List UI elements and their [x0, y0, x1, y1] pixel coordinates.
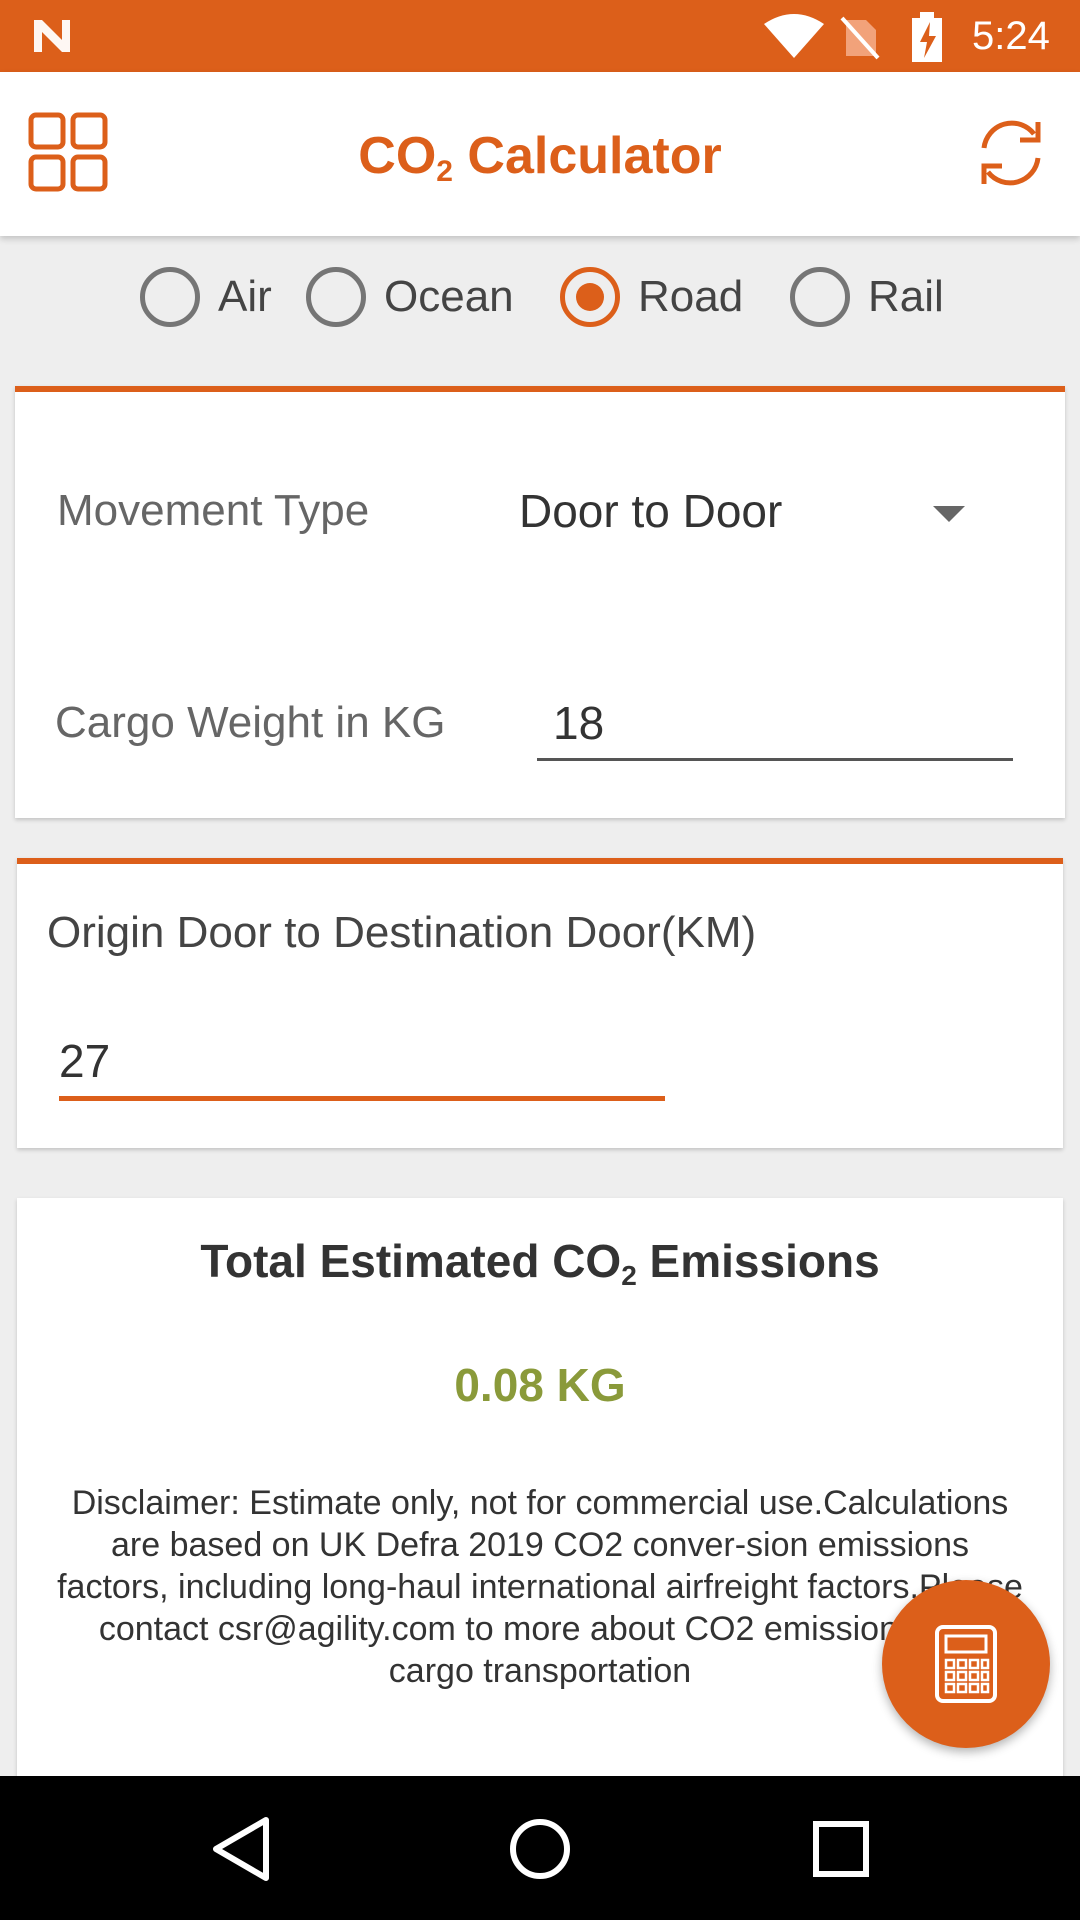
radio-circle[interactable] [790, 267, 850, 327]
distance-field[interactable]: 27 [59, 1014, 665, 1114]
cargo-weight-field[interactable]: 18 [537, 672, 1013, 772]
cargo-weight-underline [537, 758, 1013, 761]
status-time: 5:24 [972, 14, 1050, 58]
calculator-icon [935, 1625, 997, 1703]
distance-underline [59, 1096, 665, 1101]
back-icon[interactable] [206, 1814, 276, 1884]
radio-road[interactable]: Road [560, 266, 743, 328]
radio-label: Air [218, 272, 272, 321]
radio-rail[interactable]: Rail [790, 266, 944, 328]
battery-charging-icon [912, 12, 942, 62]
cargo-weight-label: Cargo Weight in KG [55, 698, 446, 747]
refresh-icon[interactable] [972, 114, 1050, 192]
disclaimer-text: Disclaimer: Estimate only, not for comme… [57, 1484, 1023, 1690]
cargo-weight-value: 18 [553, 697, 605, 749]
radio-ocean[interactable]: Ocean [306, 266, 514, 328]
radio-label: Rail [868, 272, 944, 321]
page-title: CO2 Calculator [358, 127, 722, 188]
recents-icon[interactable] [806, 1814, 876, 1884]
radio-circle[interactable] [560, 267, 620, 327]
radio-circle[interactable] [140, 267, 200, 327]
radio-label: Ocean [384, 272, 514, 321]
radio-label: Road [638, 272, 744, 321]
shipment-card: Movement Type Door to Door Cargo Weight … [15, 386, 1065, 818]
movement-type-value: Door to Door [519, 485, 783, 537]
radio-air[interactable]: Air [140, 266, 272, 328]
app-bar: CO2 Calculator [0, 72, 1080, 236]
transport-mode-group: Air Ocean Road Rail [0, 262, 1080, 332]
home-icon[interactable] [505, 1814, 575, 1884]
movement-type-dropdown[interactable]: Door to Door [515, 472, 1005, 552]
wifi-icon [764, 14, 824, 58]
movement-type-label: Movement Type [57, 486, 370, 535]
distance-card: Origin Door to Destination Door(KM) 27 [17, 858, 1063, 1148]
navigation-bar [0, 1776, 1080, 1920]
result-title: Total Estimated CO2 Emissions [200, 1235, 880, 1291]
radio-circle[interactable] [306, 267, 366, 327]
distance-value: 27 [59, 1035, 111, 1087]
no-sim-icon [840, 16, 880, 60]
distance-label: Origin Door to Destination Door(KM) [47, 908, 757, 957]
calculate-button[interactable] [882, 1580, 1050, 1748]
chevron-down-icon [933, 506, 965, 522]
result-value: 0.08 KG [454, 1359, 626, 1411]
n-logo-icon [34, 20, 70, 52]
status-bar: 5:24 [0, 0, 1080, 72]
